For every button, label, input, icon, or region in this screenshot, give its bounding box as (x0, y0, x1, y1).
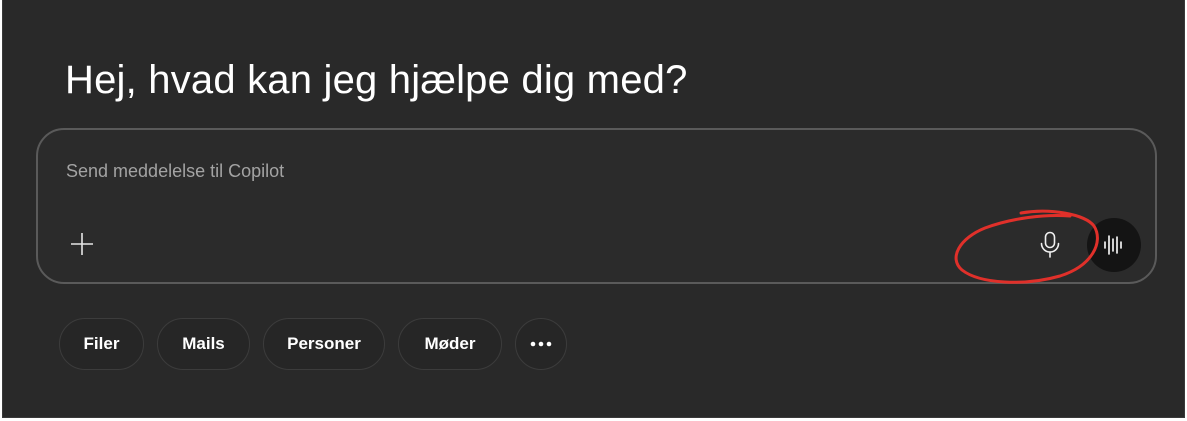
microphone-button[interactable] (1033, 228, 1067, 262)
more-horizontal-icon (530, 341, 552, 347)
suggestion-chips: Filer Mails Personer Møder (59, 318, 567, 370)
chip-filer[interactable]: Filer (59, 318, 144, 370)
greeting-heading: Hej, hvad kan jeg hjælpe dig med? (65, 58, 688, 102)
chip-personer[interactable]: Personer (263, 318, 385, 370)
chip-mails[interactable]: Mails (157, 318, 250, 370)
chip-moder[interactable]: Møder (398, 318, 502, 370)
message-composer (36, 128, 1157, 284)
message-input[interactable] (66, 158, 966, 184)
more-options-button[interactable] (515, 318, 567, 370)
plus-icon (71, 233, 93, 255)
voice-waveform-icon (1104, 235, 1122, 255)
add-attachment-button[interactable] (66, 228, 98, 260)
voice-mode-button[interactable] (1087, 218, 1141, 272)
microphone-icon (1040, 231, 1060, 258)
copilot-window: Hej, hvad kan jeg hjælpe dig med? Send m… (2, 0, 1185, 418)
